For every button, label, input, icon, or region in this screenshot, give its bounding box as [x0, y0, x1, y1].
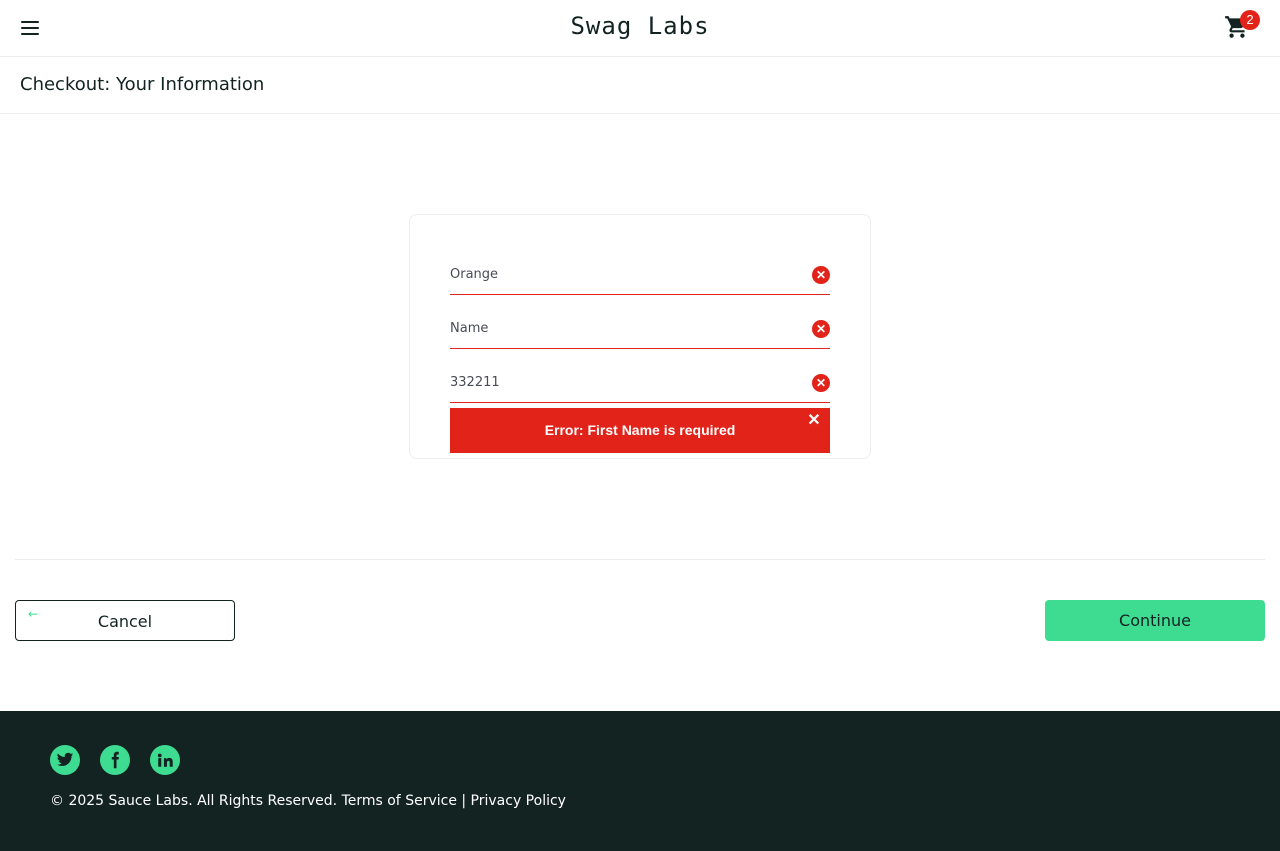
error-x-circle-icon: ✕ [812, 374, 830, 392]
first-name-input[interactable] [450, 255, 800, 293]
app-logo: Swag Labs [570, 12, 710, 40]
divider [15, 559, 1265, 560]
header: Swag Labs 2 [0, 0, 1280, 57]
facebook-icon[interactable] [100, 745, 130, 775]
cart-count-badge: 2 [1240, 10, 1260, 30]
error-message-container: Error: First Name is required ✕ [450, 408, 830, 453]
last-name-input[interactable] [450, 309, 800, 347]
first-name-field: ✕ [450, 255, 830, 295]
checkout-info-form: ✕ ✕ ✕ Error: First Name is required ✕ [409, 214, 871, 459]
error-close-button[interactable]: ✕ [806, 413, 822, 429]
continue-button[interactable]: Continue [1045, 600, 1265, 641]
linkedin-icon[interactable] [150, 745, 180, 775]
error-x-circle-icon: ✕ [812, 320, 830, 338]
last-name-field: ✕ [450, 309, 830, 349]
error-x-circle-icon: ✕ [812, 266, 830, 284]
cancel-button[interactable]: ← Cancel [15, 600, 235, 641]
footer-copyright: © 2025 Sauce Labs. All Rights Reserved. … [50, 793, 566, 809]
subheader: Checkout: Your Information [0, 57, 1280, 114]
postal-code-input[interactable] [450, 363, 800, 401]
cancel-label: Cancel [97, 612, 153, 631]
postal-code-field: ✕ [450, 363, 830, 403]
page-title: Checkout: Your Information [20, 74, 265, 95]
footer: © 2025 Sauce Labs. All Rights Reserved. … [0, 711, 1280, 851]
error-message: Error: First Name is required [544, 422, 736, 438]
twitter-icon[interactable] [50, 745, 80, 775]
continue-label: Continue [1119, 611, 1191, 630]
hamburger-menu-icon[interactable] [18, 17, 42, 41]
